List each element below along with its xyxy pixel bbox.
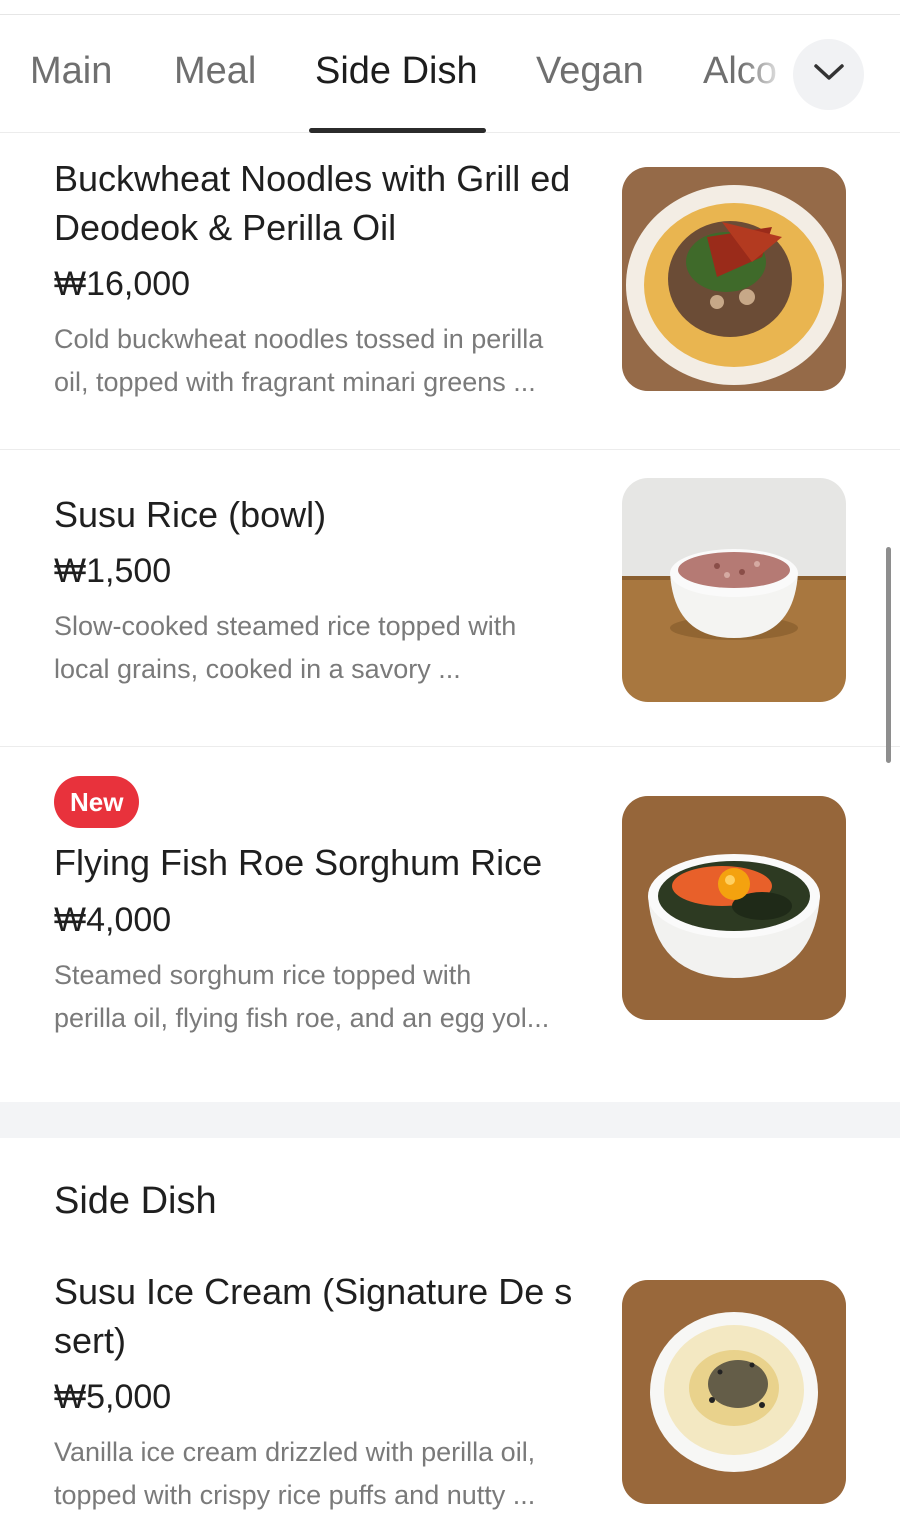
item-photo-roe-rice — [622, 796, 846, 1020]
item-name: Susu Rice (bowl) — [54, 494, 327, 535]
item-description: Steamed sorghum rice topped with perilla… — [54, 960, 550, 1033]
item-photo-ice-cream — [622, 1280, 846, 1504]
chevron-down-icon — [812, 61, 846, 88]
item-divider — [0, 449, 900, 450]
more-categories-button[interactable] — [793, 39, 864, 110]
item-name: Susu Ice Cream (Signature De ssert) — [54, 1271, 573, 1361]
item-photo-noodles — [622, 167, 846, 391]
menu-page: Main Meal Side Dish Vegan Alco Buckwheat… — [0, 0, 900, 1540]
item-photo-rice-bowl — [622, 478, 846, 702]
item-description: Vanilla ice cream drizzled with perilla … — [54, 1437, 536, 1510]
active-tab-indicator — [309, 128, 486, 133]
item-name: Flying Fish Roe Sorghum Rice — [54, 842, 543, 883]
tab-meal[interactable]: Meal — [174, 47, 256, 95]
section-title: Side Dish — [54, 1180, 217, 1222]
scrollbar[interactable] — [886, 547, 891, 763]
item-price: ₩5,000 — [54, 1378, 172, 1416]
category-tab-bar: Main Meal Side Dish Vegan Alco — [0, 15, 900, 133]
item-price: ₩4,000 — [54, 901, 172, 939]
item-description: Cold buckwheat noodles tossed in perilla… — [54, 324, 544, 397]
section-separator — [0, 1102, 900, 1138]
item-name: Buckwheat Noodles with Grill ed Deodeok … — [54, 158, 571, 248]
tab-fade-overlay — [740, 35, 800, 115]
new-badge: New — [54, 776, 140, 828]
tab-vegan[interactable]: Vegan — [536, 47, 644, 95]
tab-main[interactable]: Main — [30, 47, 112, 95]
item-price: ₩16,000 — [54, 265, 191, 303]
item-divider — [0, 746, 900, 747]
item-price: ₩1,500 — [54, 552, 172, 590]
item-description: Slow-cooked steamed rice topped with loc… — [54, 611, 517, 684]
tab-side-dish[interactable]: Side Dish — [315, 47, 478, 95]
